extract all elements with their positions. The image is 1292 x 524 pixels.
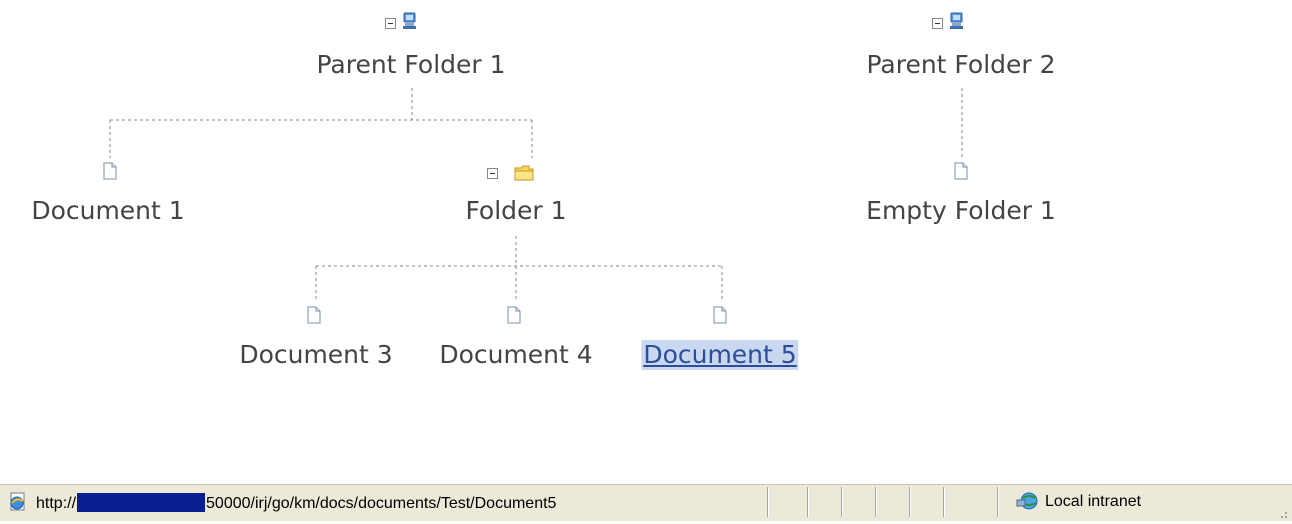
status-pane: [944, 487, 945, 517]
status-pane: [876, 487, 877, 517]
browser-status-bar: http://50000/irj/go/km/docs/documents/Te…: [0, 484, 1292, 521]
tree-connectors: [109, 88, 963, 302]
network-computer-icon: [403, 12, 416, 29]
folder-icon: [514, 165, 534, 181]
tree-node-folder-1[interactable]: Folder 1: [465, 196, 566, 226]
tree-node-parent-folder-1[interactable]: Parent Folder 1: [316, 50, 505, 80]
tree-node-parent-folder-2[interactable]: Parent Folder 2: [866, 50, 1055, 80]
redacted-host: [77, 493, 206, 512]
document-icon: [713, 306, 727, 324]
tree-node-empty-folder-1[interactable]: Empty Folder 1: [866, 196, 1056, 226]
network-computer-icon: [950, 12, 963, 29]
resize-grip[interactable]: [1276, 506, 1288, 518]
collapse-toggle-folder-1[interactable]: [487, 168, 498, 179]
collapse-toggle-parent-folder-1[interactable]: [385, 18, 396, 29]
status-pane: [808, 487, 809, 517]
tree-node-document-3[interactable]: Document 3: [239, 340, 392, 370]
status-zone-pane: [998, 487, 999, 517]
tree-node-document-5[interactable]: Document 5: [641, 340, 799, 370]
document-icon: [507, 306, 521, 324]
local-intranet-icon: [1016, 492, 1038, 510]
status-pane: [910, 487, 911, 517]
document-icon: [307, 306, 321, 324]
status-url: http://50000/irj/go/km/docs/documents/Te…: [36, 493, 557, 512]
collapse-toggle-parent-folder-2[interactable]: [932, 18, 943, 29]
security-zone-label: Local intranet: [1045, 493, 1142, 510]
ie-page-icon: [10, 492, 25, 511]
document-icon: [103, 162, 117, 180]
status-pane: [842, 487, 843, 517]
tree-node-document-4[interactable]: Document 4: [439, 340, 592, 370]
document-icon: [954, 162, 968, 180]
tree-view: Parent Folder 1 Parent Folder 2 Document…: [0, 0, 1292, 470]
tree-node-document-1[interactable]: Document 1: [31, 196, 184, 226]
status-pane: [768, 487, 769, 517]
